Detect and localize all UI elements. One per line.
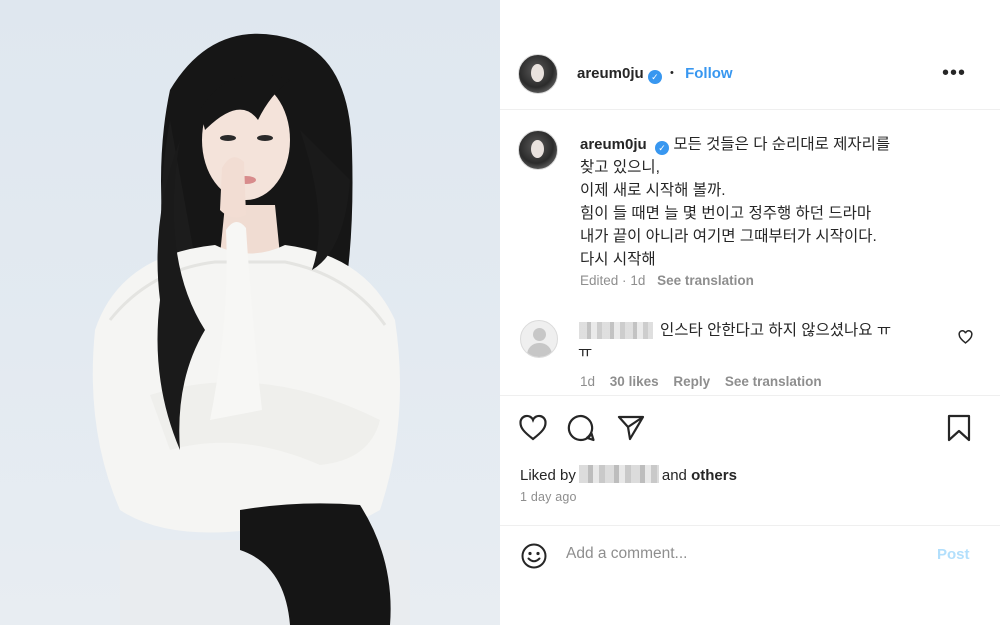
- caption-line-2: 찾고 있으니,: [580, 159, 660, 176]
- author-username[interactable]: areum0ju: [577, 65, 644, 82]
- comment-icon[interactable]: [566, 413, 596, 443]
- share-icon[interactable]: [616, 413, 646, 443]
- caption-age[interactable]: 1d: [630, 273, 645, 288]
- caption-text: areum0ju ✓ 모든 것들은 다 순리대로 제자리를 찾고 있으니, 이제…: [580, 133, 960, 271]
- comment-see-translation-link[interactable]: See translation: [725, 374, 822, 389]
- portrait-illustration: [92, 33, 410, 625]
- liked-by-others-link[interactable]: others: [691, 467, 737, 484]
- post-comment-button[interactable]: Post: [937, 546, 970, 563]
- caption-see-translation-link[interactable]: See translation: [657, 273, 754, 288]
- comment-likes-count[interactable]: 30 likes: [610, 374, 659, 389]
- heart-icon[interactable]: [518, 413, 548, 443]
- separator-dot: •: [670, 67, 674, 79]
- caption-author-avatar[interactable]: [518, 130, 558, 170]
- post-time-ago[interactable]: 1 day ago: [520, 490, 577, 504]
- more-options-icon[interactable]: •••: [942, 63, 966, 83]
- comment-composer: Post: [500, 525, 1000, 583]
- verified-badge-icon: ✓: [647, 70, 662, 84]
- comment-line-1: 인스타 안한다고 하지 않으셨나요 ㅠ: [660, 322, 892, 339]
- meta-dot: ·: [622, 273, 627, 288]
- verified-badge-icon: ✓: [655, 141, 670, 155]
- liked-by-prefix: Liked by: [520, 467, 576, 484]
- comment-reply-button[interactable]: Reply: [673, 374, 710, 389]
- liked-by-row: Liked by and others: [520, 465, 737, 484]
- caption-line-6: 다시 시작해: [580, 251, 656, 268]
- caption-username[interactable]: areum0ju: [580, 136, 647, 153]
- author-row: areum0ju ✓ • Follow: [577, 65, 733, 84]
- caption-line-4: 힘이 들 때면 늘 몇 번이고 정주행 하던 드라마: [580, 205, 872, 222]
- liked-by-and: and: [661, 467, 687, 484]
- caption-line-5: 내가 끝이 아니라 여기면 그때부터가 시작이다.: [580, 228, 877, 245]
- comment-line-2: ㅠ: [578, 344, 593, 361]
- caption-meta: Edited · 1d See translation: [580, 273, 754, 288]
- edited-label: Edited: [580, 273, 619, 288]
- post-sidebar: areum0ju ✓ • Follow ••• areum0ju ✓ 모든 것들…: [500, 0, 1000, 625]
- bookmark-icon[interactable]: [944, 413, 974, 443]
- post-header: areum0ju ✓ • Follow •••: [500, 0, 1000, 110]
- comment-like-heart-icon[interactable]: [958, 330, 973, 349]
- commenter-username-blurred[interactable]: [579, 322, 653, 339]
- post-actions: Liked by and others 1 day ago: [500, 395, 1000, 520]
- commenter-avatar[interactable]: [520, 320, 558, 358]
- author-avatar[interactable]: [518, 54, 558, 94]
- comment-age[interactable]: 1d: [580, 374, 595, 389]
- post-photo[interactable]: [0, 0, 500, 625]
- caption-line-1: 모든 것들은 다 순리대로 제자리를: [673, 136, 891, 153]
- comment-meta: 1d 30 likes Reply See translation: [580, 374, 833, 389]
- caption-line-3: 이제 새로 시작해 볼까.: [580, 182, 726, 199]
- add-comment-input[interactable]: [566, 541, 906, 567]
- liked-by-user-blurred[interactable]: [578, 465, 659, 483]
- emoji-icon[interactable]: [520, 542, 548, 575]
- comment-text: 인스타 안한다고 하지 않으셨나요 ㅠ ㅠ: [578, 320, 940, 364]
- follow-button[interactable]: Follow: [685, 65, 733, 82]
